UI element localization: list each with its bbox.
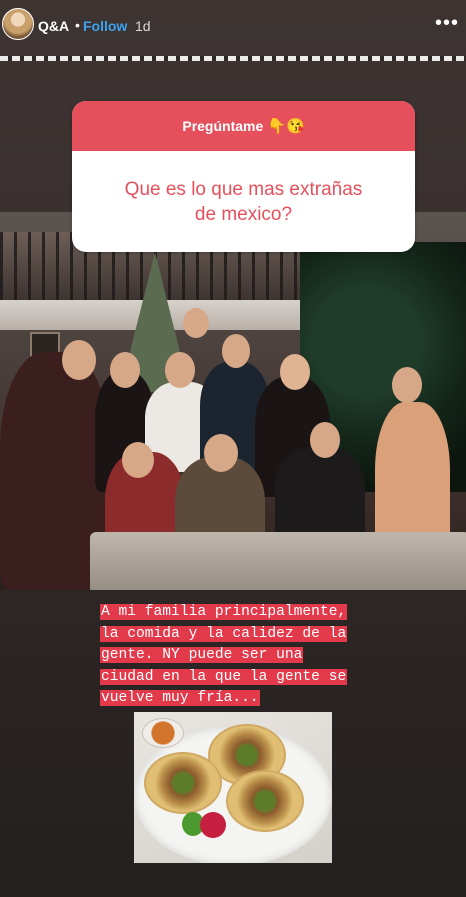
person-face xyxy=(392,367,422,403)
taco xyxy=(144,752,222,814)
avatar[interactable] xyxy=(2,8,34,40)
person-face xyxy=(204,434,238,472)
username[interactable]: Q&A xyxy=(38,18,69,34)
more-options-icon[interactable]: ••• xyxy=(434,13,460,33)
answer-line: gente. NY puede ser una xyxy=(100,647,304,663)
person-face xyxy=(122,442,154,478)
radish xyxy=(200,812,226,838)
sticker-title: Pregúntame xyxy=(182,118,264,134)
taco xyxy=(226,770,304,832)
salsa-cup xyxy=(142,718,184,748)
person-face xyxy=(280,354,310,390)
tacos-photo xyxy=(134,712,332,863)
answer-line: la comida y la calidez de la xyxy=(100,625,348,642)
point-down-kiss-emoji-icon: 👇😘 xyxy=(267,118,305,135)
answer-line: vuelve muy fría... xyxy=(100,690,260,706)
post-time: 1d xyxy=(135,18,151,34)
sticker-question: Que es lo que mas extrañas de mexico? xyxy=(72,151,415,227)
dining-table xyxy=(90,532,466,590)
person-face xyxy=(222,334,250,368)
person-face xyxy=(183,308,209,338)
separator-dot: • xyxy=(75,17,80,33)
question-line: Que es lo que mas extrañas xyxy=(124,179,363,200)
answer-line: A mi familia principalmente, xyxy=(100,604,348,620)
story-progress-bar xyxy=(0,56,466,61)
person-face xyxy=(310,422,340,458)
question-sticker-header: Pregúntame 👇😘 xyxy=(72,101,415,151)
story-header: Q&A • Follow 1d ••• xyxy=(0,0,466,52)
question-line: de mexico? xyxy=(194,204,293,225)
answer-line: ciudad en la que la gente se xyxy=(100,668,348,685)
follow-button[interactable]: Follow xyxy=(83,18,127,34)
story-viewer[interactable]: Q&A • Follow 1d ••• Pregúntame 👇😘 Que es… xyxy=(0,0,466,897)
person-face xyxy=(165,352,195,388)
person-face xyxy=(110,352,140,388)
person-face xyxy=(62,340,96,380)
question-sticker[interactable]: Pregúntame 👇😘 Que es lo que mas extrañas… xyxy=(72,101,415,252)
answer-text: A mi familia principalmente, la comida y… xyxy=(100,602,420,710)
family-photo xyxy=(0,212,466,590)
